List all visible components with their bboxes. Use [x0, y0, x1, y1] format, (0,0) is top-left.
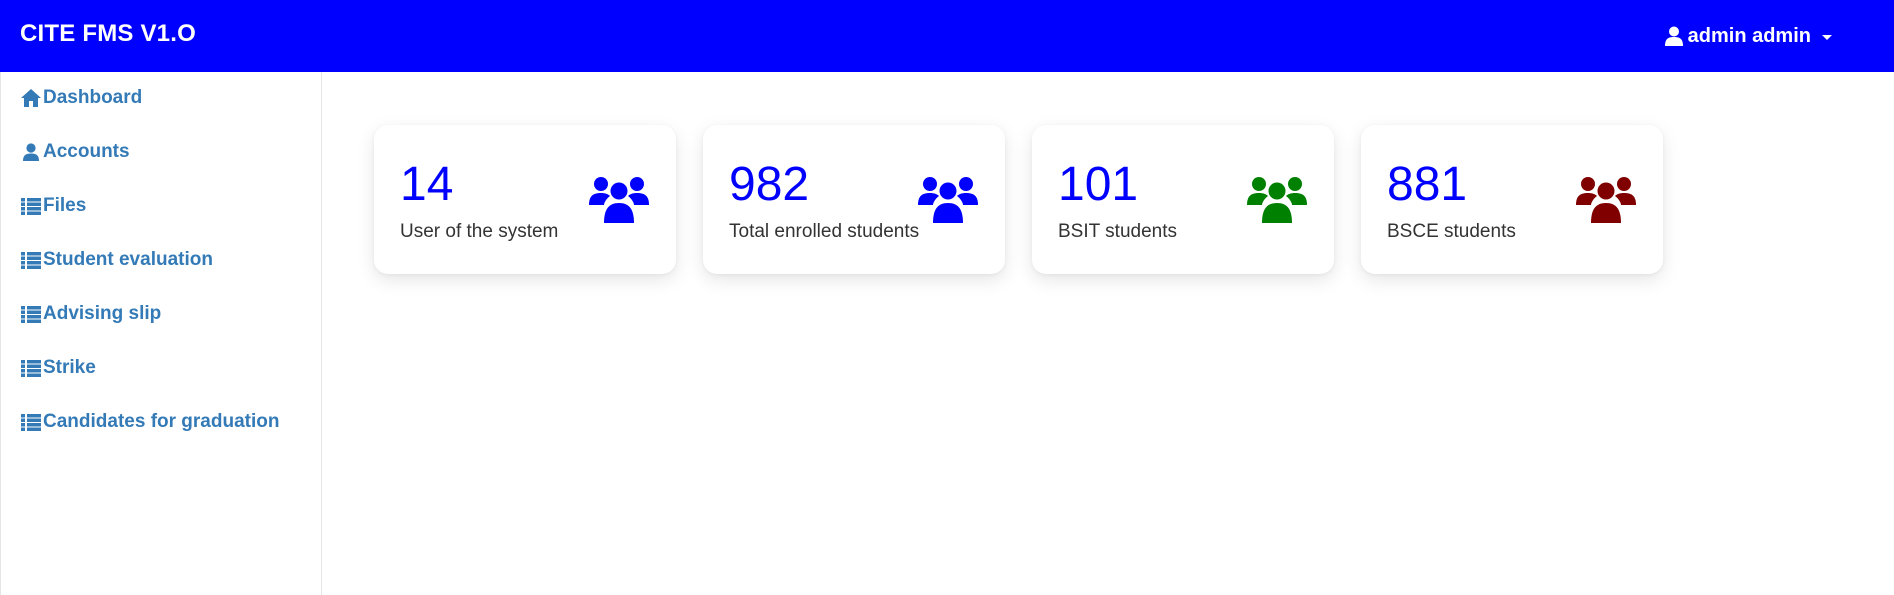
sidebar-item-label: Student evaluation [43, 249, 213, 270]
stat-value: 881 [1387, 158, 1468, 211]
sidebar-item-files[interactable]: Files [21, 195, 86, 217]
stat-value: 14 [400, 158, 454, 211]
stat-label: Total enrolled students [729, 221, 920, 242]
sidebar-item-dashboard[interactable]: Dashboard [21, 87, 142, 109]
sidebar-item-accounts[interactable]: Accounts [21, 141, 130, 163]
stat-label: BSCE students [1387, 221, 1516, 242]
list-icon [21, 305, 41, 323]
users-icon [589, 175, 649, 228]
sidebar-item-label: Candidates for graduation [43, 411, 280, 432]
sidebar-item-label: Advising slip [43, 303, 162, 324]
stat-card-bsit: 101 BSIT students [1032, 125, 1334, 274]
sidebar-item-strike[interactable]: Strike [21, 357, 96, 379]
sidebar-item-label: Files [43, 195, 87, 216]
list-icon [21, 359, 41, 377]
top-navbar: CITE FMS V1.O admin admin [0, 0, 1894, 72]
stat-card-system-users: 14 User of the system [374, 125, 676, 274]
stat-label: User of the system [400, 221, 559, 242]
list-icon [21, 197, 41, 215]
user-name: admin admin [1687, 24, 1811, 47]
home-icon [21, 89, 41, 107]
user-icon [21, 143, 41, 161]
list-icon [21, 413, 41, 431]
stat-card-bsce: 881 BSCE students [1361, 125, 1663, 274]
sidebar-item-label: Accounts [43, 141, 130, 162]
sidebar-item-candidates-for-graduation[interactable]: Candidates for graduation [21, 411, 279, 433]
users-icon [1247, 175, 1307, 228]
sidebar: Dashboard Accounts Files Student evaluat… [0, 72, 322, 595]
app-brand[interactable]: CITE FMS V1.O [20, 20, 196, 48]
users-icon [918, 175, 978, 228]
caret-down-icon [1822, 34, 1832, 40]
stat-value: 982 [729, 158, 810, 211]
sidebar-item-label: Strike [43, 357, 96, 378]
sidebar-item-student-evaluation[interactable]: Student evaluation [21, 249, 213, 271]
stat-card-total-enrolled: 982 Total enrolled students [703, 125, 1005, 274]
stat-value: 101 [1058, 158, 1139, 211]
user-menu-dropdown[interactable]: admin admin [1664, 24, 1832, 48]
list-icon [21, 251, 41, 269]
user-icon [1664, 26, 1683, 46]
dashboard-content: 14 User of the system 982 Total enrolled… [323, 72, 1894, 595]
users-icon [1576, 175, 1636, 228]
stat-label: BSIT students [1058, 221, 1177, 242]
sidebar-item-label: Dashboard [43, 87, 143, 108]
sidebar-item-advising-slip[interactable]: Advising slip [21, 303, 161, 325]
